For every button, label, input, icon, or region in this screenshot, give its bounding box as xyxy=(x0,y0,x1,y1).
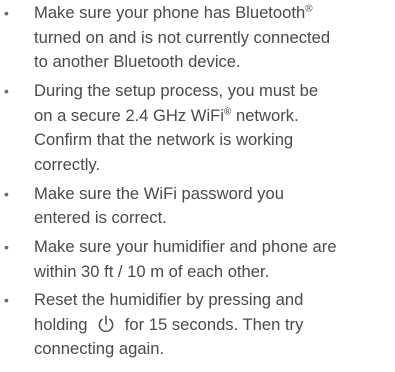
tip-text: Reset the humidifier by pressing and hol… xyxy=(34,288,395,362)
tip-line: Make sure the WiFi password you xyxy=(34,183,284,203)
registered-mark: ® xyxy=(305,3,313,15)
tip-text: Make sure your humidifier and phone are … xyxy=(34,235,395,284)
tip-line: holding for 15 seconds. Then try xyxy=(34,314,304,334)
power-icon xyxy=(96,314,116,334)
tip-line: connecting again. xyxy=(34,339,165,359)
tip-line: Make sure your humidifier and phone are xyxy=(34,236,337,256)
tip-line: correctly. xyxy=(34,154,101,174)
bullet-marker: • xyxy=(4,292,9,309)
tip-bluetooth: • Make sure your phone has Bluetooth® tu… xyxy=(0,1,395,75)
tip-distance: • Make sure your humidifier and phone ar… xyxy=(0,235,395,284)
tip-wifi-password: • Make sure the WiFi password you entere… xyxy=(0,182,395,231)
tip-line: Make sure your phone has Bluetooth® xyxy=(34,3,313,22)
tip-wifi-network: • During the setup process, you must be … xyxy=(0,79,395,177)
bullet-marker: • xyxy=(4,82,9,99)
tip-text: Make sure the WiFi password you entered … xyxy=(34,182,395,231)
tip-line: entered is correct. xyxy=(34,208,167,228)
troubleshooting-tips-list: • Make sure your phone has Bluetooth® tu… xyxy=(0,0,395,362)
tip-line: on a secure 2.4 GHz WiFi® network. xyxy=(34,105,299,125)
tip-text: During the setup process, you must be on… xyxy=(34,79,395,177)
tip-line: turned on and is not currently connected xyxy=(34,27,331,47)
tip-line: During the setup process, you must be xyxy=(34,80,319,100)
bullet-marker: • xyxy=(4,5,9,21)
tip-reset: • Reset the humidifier by pressing and h… xyxy=(0,288,395,362)
tip-text: Make sure your phone has Bluetooth® turn… xyxy=(34,1,395,75)
tip-line: within 30 ft / 10 m of each other. xyxy=(34,261,270,281)
bullet-marker: • xyxy=(4,185,9,202)
tip-line: Reset the humidifier by pressing and xyxy=(34,290,304,310)
bullet-marker: • xyxy=(4,238,9,255)
tip-line: to another Bluetooth device. xyxy=(34,52,241,72)
tip-line: Confirm that the network is working xyxy=(34,130,294,150)
